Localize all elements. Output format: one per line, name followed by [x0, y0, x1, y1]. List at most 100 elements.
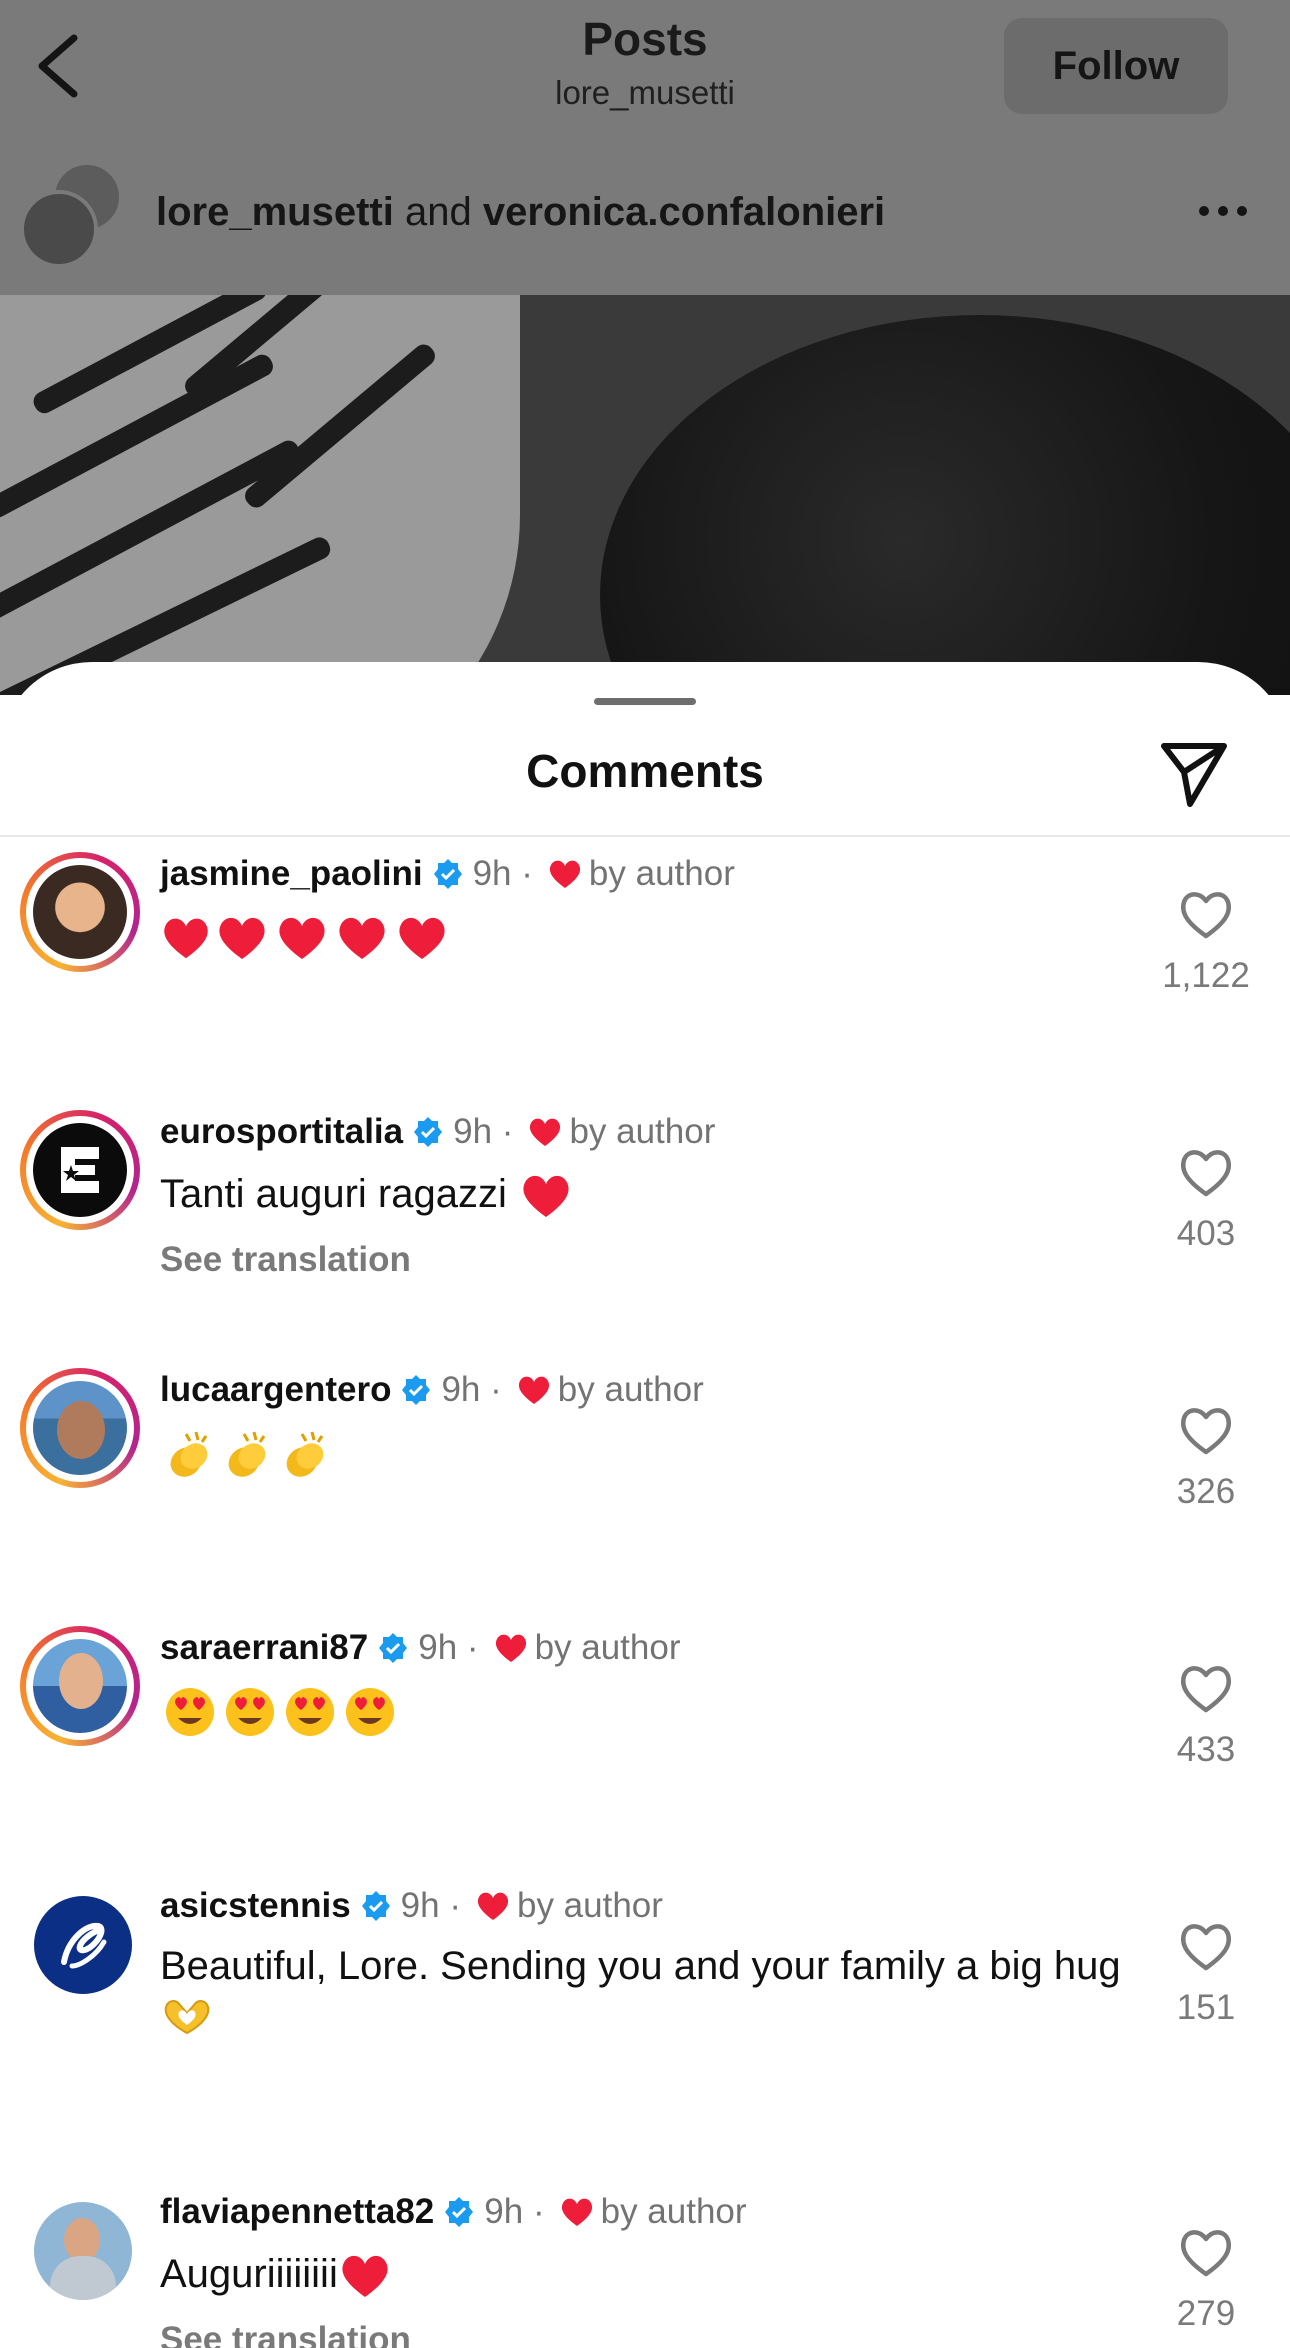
- liked-by-author: by author: [557, 1370, 704, 1409]
- more-icon: [1199, 206, 1247, 216]
- like-icon[interactable]: [1178, 2226, 1234, 2278]
- author-username[interactable]: lore_musetti: [156, 190, 394, 234]
- follow-button[interactable]: Follow: [1004, 18, 1228, 114]
- share-button[interactable]: [1158, 738, 1230, 810]
- comment-meta: saraerrani87 9h · by author: [160, 1628, 681, 1668]
- like-count: 1,122: [1162, 956, 1250, 995]
- post-author-avatar[interactable]: [20, 162, 122, 268]
- clap-emoji-icon: [170, 1431, 208, 1477]
- avatar[interactable]: [20, 852, 140, 972]
- comment-time: 9h: [472, 854, 512, 893]
- comment-username[interactable]: eurosportitalia: [160, 1112, 403, 1152]
- like-count: 403: [1176, 1214, 1236, 1253]
- comment-text: Tanti auguri ragazzi: [160, 1170, 1140, 1220]
- heart-eyes-emoji-icon: [346, 1688, 394, 1737]
- liked-by-author: by author: [534, 1628, 681, 1667]
- comment-username[interactable]: lucaargentero: [160, 1370, 391, 1410]
- comment-meta: jasmine_paolini 9h · by author: [160, 854, 735, 894]
- meta-separator: ·: [466, 1628, 479, 1667]
- verified-icon: [361, 1891, 390, 1921]
- share-icon: [1161, 743, 1227, 807]
- sheet-drag-handle[interactable]: [594, 698, 696, 705]
- comments-sheet: Comments jasmine_paolini 9h · by author …: [0, 662, 1290, 2348]
- heart-emoji-icon: [219, 918, 265, 960]
- meta-separator: ·: [490, 1370, 502, 1409]
- comment-time: 9h: [453, 1112, 493, 1151]
- see-translation-link[interactable]: See translation: [160, 1240, 411, 1280]
- comment-meta: lucaargentero 9h · by author: [160, 1370, 704, 1410]
- comments-title: Comments: [526, 745, 764, 797]
- meta-separator: ·: [449, 1886, 461, 1925]
- clap-emoji-icon: [286, 1431, 324, 1477]
- comment-time: 9h: [441, 1370, 481, 1409]
- heart-icon: [561, 2198, 592, 2226]
- comment-username[interactable]: jasmine_paolini: [160, 854, 423, 894]
- avatar[interactable]: [34, 1896, 132, 1994]
- heart-emoji-icon: [342, 2256, 388, 2298]
- heart-emoji-icon: [339, 918, 385, 960]
- comment-username[interactable]: saraerrani87: [160, 1628, 368, 1668]
- heart-eyes-emoji-icon: [286, 1688, 334, 1737]
- heart-emoji-icon: [523, 1176, 569, 1218]
- comment-text: [160, 1686, 1140, 1738]
- avatar[interactable]: [20, 1626, 140, 1746]
- comment-username[interactable]: asicstennis: [160, 1886, 351, 1926]
- verified-icon: [445, 2197, 474, 2227]
- verified-icon: [379, 1633, 408, 1663]
- heart-hands-emoji-icon: [164, 2000, 210, 2035]
- like-count: 279: [1176, 2294, 1236, 2333]
- heart-eyes-emoji-icon: [166, 1688, 214, 1737]
- like-icon[interactable]: [1178, 888, 1234, 940]
- liked-by-author: by author: [588, 854, 735, 893]
- verified-icon: [433, 859, 462, 889]
- heart-icon: [477, 1892, 509, 1920]
- comment-text: [160, 1428, 1140, 1482]
- comment-time: 9h: [484, 2192, 524, 2231]
- like-icon[interactable]: [1178, 1920, 1234, 1972]
- comment-username[interactable]: flaviapennetta82: [160, 2192, 434, 2232]
- like-icon[interactable]: [1178, 1404, 1234, 1456]
- like-count: 326: [1176, 1472, 1236, 1511]
- meta-separator: ·: [501, 1112, 514, 1151]
- photo-hair: [600, 315, 1290, 695]
- more-options-button[interactable]: [1196, 196, 1250, 226]
- emoji-reactions: [160, 1688, 400, 1737]
- like-count: 433: [1176, 1730, 1236, 1769]
- heart-icon: [495, 1634, 526, 1662]
- avatar[interactable]: [20, 1368, 140, 1488]
- comment-time: 9h: [400, 1886, 440, 1925]
- collaborator-username[interactable]: veronica.confalonieri: [483, 190, 885, 234]
- verified-icon: [402, 1375, 431, 1405]
- comment-text: Auguriiiiiiii: [160, 2250, 1140, 2300]
- sheet-divider: [0, 835, 1290, 837]
- liked-by-author: by author: [516, 1886, 663, 1925]
- avatar[interactable]: [34, 2202, 132, 2300]
- meta-separator: ·: [521, 854, 533, 893]
- emoji-reactions: [160, 1431, 334, 1477]
- photo-striped-cloth: [0, 295, 520, 695]
- see-translation-link[interactable]: See translation: [160, 2320, 411, 2348]
- post-header: Posts lore_musetti Follow lore_musetti a…: [0, 0, 1290, 295]
- authors-joiner: and: [393, 190, 483, 234]
- liked-by-author: by author: [600, 2192, 747, 2231]
- comment-meta: flaviapennetta82 9h · by author: [160, 2192, 747, 2232]
- like-count: 151: [1176, 1988, 1236, 2027]
- heart-emoji-icon: [164, 919, 208, 959]
- heart-emoji-icon: [399, 918, 445, 960]
- heart-eyes-emoji-icon: [226, 1688, 274, 1737]
- post-photo: [0, 295, 1290, 695]
- heart-icon: [549, 860, 580, 888]
- comment-text: Beautiful, Lore. Sending you and your fa…: [160, 1942, 1130, 2038]
- like-icon[interactable]: [1178, 1146, 1234, 1198]
- avatar[interactable]: [20, 1110, 140, 1230]
- author-avatar: [20, 190, 98, 268]
- heart-icon: [530, 1118, 561, 1146]
- comment-text: [160, 912, 1140, 962]
- clap-emoji-icon: [228, 1431, 266, 1477]
- heart-emoji-icon: [279, 918, 325, 960]
- post-authors: lore_musetti and veronica.confalonieri: [156, 190, 885, 235]
- liked-by-author: by author: [569, 1112, 716, 1151]
- like-icon[interactable]: [1178, 1662, 1234, 1714]
- asics-logo-icon: [61, 1922, 107, 1969]
- meta-separator: ·: [532, 2192, 545, 2231]
